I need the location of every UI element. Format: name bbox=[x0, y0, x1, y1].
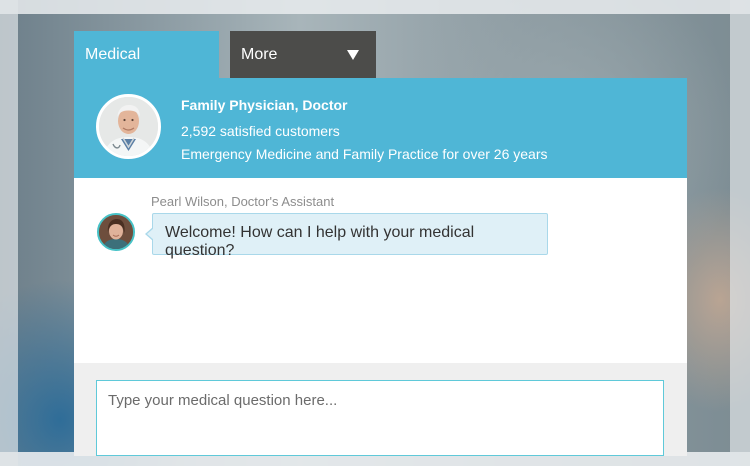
tab-medical[interactable]: Medical bbox=[74, 31, 219, 79]
expert-customers: 2,592 satisfied customers bbox=[181, 123, 340, 139]
doctor-avatar bbox=[96, 94, 161, 159]
input-area bbox=[74, 363, 687, 456]
medical-question-input[interactable] bbox=[96, 380, 664, 456]
tab-more-dropdown[interactable]: More bbox=[230, 31, 376, 78]
chat-panel: Pearl Wilson, Doctor's Assistant Welcome… bbox=[74, 178, 687, 363]
assistant-name: Pearl Wilson, Doctor's Assistant bbox=[151, 194, 335, 209]
tab-medical-label: Medical bbox=[85, 46, 141, 63]
welcome-message-text: Welcome! How can I help with your medica… bbox=[165, 224, 475, 259]
tab-more-label: More bbox=[241, 46, 278, 63]
expert-header: Family Physician, Doctor 2,592 satisfied… bbox=[74, 78, 687, 178]
assistant-avatar bbox=[97, 213, 135, 251]
caret-down-icon bbox=[347, 50, 359, 60]
chat-widget: Medical More Family Physician, Doctor 2,… bbox=[74, 31, 687, 456]
expert-title: Family Physician, Doctor bbox=[181, 97, 348, 113]
frame-top bbox=[0, 0, 750, 14]
assistant-photo-icon bbox=[99, 215, 133, 249]
expert-experience: Emergency Medicine and Family Practice f… bbox=[181, 146, 548, 162]
frame-right bbox=[730, 0, 750, 466]
doctor-photo-icon bbox=[99, 97, 158, 156]
welcome-message-bubble: Welcome! How can I help with your medica… bbox=[145, 213, 548, 259]
frame-left bbox=[0, 0, 18, 466]
